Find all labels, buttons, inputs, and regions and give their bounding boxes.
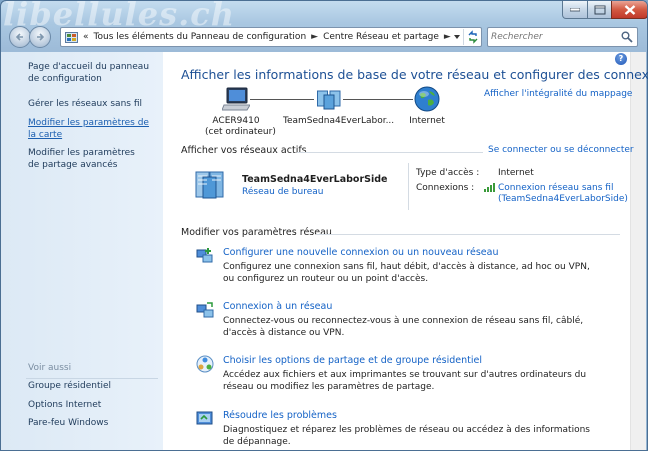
task-description: Accédez aux fichiers et aux imprimantes … xyxy=(223,370,587,392)
divider xyxy=(408,163,409,210)
link-troubleshoot[interactable]: Résoudre les problèmes xyxy=(223,410,337,421)
control-panel-icon xyxy=(65,31,78,43)
left-navigation-pane: Page d'accueil du panneau de configurati… xyxy=(1,52,163,450)
address-bar[interactable]: « Tous les éléments du Panneau de config… xyxy=(60,27,482,47)
globe-icon xyxy=(414,86,440,112)
maximize-button[interactable] xyxy=(587,1,612,19)
breadcrumb-network-center[interactable]: Centre Réseau et partage xyxy=(323,32,439,42)
link-manage-wireless-networks[interactable]: Gérer les réseaux sans fil xyxy=(28,99,158,111)
office-network-icon xyxy=(195,171,224,199)
wifi-signal-icon xyxy=(484,183,495,192)
connection-line2: (TeamSedna4EverLaborSide) xyxy=(498,194,628,204)
arrow-right-icon xyxy=(37,33,45,41)
troubleshoot-icon xyxy=(196,411,213,425)
task-description: Configurez une connexion sans fil, haut … xyxy=(223,262,590,284)
wireless-connection-link[interactable]: Connexion réseau sans fil (TeamSedna4Eve… xyxy=(498,183,628,205)
link-windows-firewall[interactable]: Pare-feu Windows xyxy=(28,418,108,430)
link-connect-to-network[interactable]: Connexion à un réseau xyxy=(223,301,332,312)
vertical-scrollbar[interactable] xyxy=(630,52,646,450)
task-description: Connectez-vous ou reconnectez-vous à une… xyxy=(223,316,584,338)
map-network-node: TeamSedna4EverLabor... xyxy=(283,116,395,126)
connection-line1: Connexion réseau sans fil xyxy=(498,183,614,193)
link-sharing-options[interactable]: Choisir les options de partage et de gro… xyxy=(223,355,482,366)
access-type-label: Type d'accès : xyxy=(416,168,480,178)
active-networks-heading: Afficher vos réseaux actifs xyxy=(181,145,307,156)
map-internet-node: Internet xyxy=(409,116,445,126)
active-network-name: TeamSedna4EverLaborSide xyxy=(242,174,388,185)
map-connection-line xyxy=(343,99,413,100)
minimize-button[interactable] xyxy=(562,1,588,19)
page-title: Afficher les informations de base de vot… xyxy=(181,67,648,82)
search-box[interactable] xyxy=(487,27,638,47)
task-description: Diagnostiquez et réparez les problèmes d… xyxy=(223,425,590,447)
chevron-right-icon[interactable]: ► xyxy=(311,32,318,42)
see-also-heading: Voir aussi xyxy=(28,363,72,373)
search-input[interactable] xyxy=(491,30,616,44)
search-icon[interactable] xyxy=(621,31,633,43)
network-icon xyxy=(317,90,341,110)
close-button[interactable] xyxy=(611,1,647,19)
map-connection-line xyxy=(250,99,314,100)
divider xyxy=(316,234,620,235)
chevron-down-icon[interactable] xyxy=(453,32,461,42)
computer-name: ACER9410 xyxy=(212,116,260,126)
link-homegroup[interactable]: Groupe résidentiel xyxy=(28,381,111,393)
close-icon xyxy=(624,4,635,15)
breadcrumb-control-panel[interactable]: Tous les éléments du Panneau de configur… xyxy=(94,32,307,42)
link-change-adapter-settings[interactable]: Modifier les paramètres de la carte xyxy=(28,118,156,141)
new-connection-icon xyxy=(196,248,213,263)
refresh-icon xyxy=(468,30,478,44)
computer-sub: (cet ordinateur) xyxy=(205,127,276,137)
map-computer-node: ACER9410 (cet ordinateur) xyxy=(205,116,276,138)
maximize-icon xyxy=(594,5,605,14)
chevron-right-icon[interactable]: ► xyxy=(444,32,451,42)
link-connect-disconnect[interactable]: Se connecter ou se déconnecter xyxy=(488,145,634,155)
link-view-full-map[interactable]: Afficher l'intégralité du mappage xyxy=(484,89,632,99)
breadcrumb-overflow[interactable]: « xyxy=(83,32,89,42)
divider xyxy=(297,152,483,153)
computer-icon xyxy=(222,87,250,111)
link-control-panel-home[interactable]: Page d'accueil du panneau de configurati… xyxy=(28,62,158,85)
network-location-link[interactable]: Réseau de bureau xyxy=(242,187,323,197)
access-type-value: Internet xyxy=(498,168,534,178)
back-button[interactable] xyxy=(9,26,31,48)
homegroup-icon xyxy=(196,355,214,373)
divider xyxy=(26,378,158,379)
forward-button[interactable] xyxy=(29,26,51,48)
connections-label: Connexions : xyxy=(416,183,475,193)
settings-heading: Modifier vos paramètres réseau xyxy=(181,227,332,238)
link-advanced-sharing-settings[interactable]: Modifier les paramètres de partage avanc… xyxy=(28,148,148,171)
refresh-button[interactable] xyxy=(463,29,479,45)
help-button[interactable]: ? xyxy=(615,53,627,65)
link-setup-new-connection[interactable]: Configurer une nouvelle connexion ou un … xyxy=(223,247,499,258)
minimize-icon xyxy=(570,7,580,11)
connect-network-icon xyxy=(196,302,214,318)
arrow-left-icon xyxy=(15,33,23,41)
link-internet-options[interactable]: Options Internet xyxy=(28,400,101,412)
